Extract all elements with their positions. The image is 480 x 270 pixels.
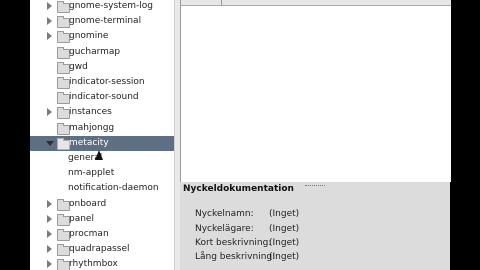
expander-closed-icon[interactable] [47,245,52,254]
tree-row-label: onboard [69,198,107,209]
list-header [181,0,451,6]
doc-field-key: Lång beskrivning: [195,252,276,262]
tree-row[interactable]: notification-daemon [30,181,174,196]
tree-row-label: instances [69,107,112,118]
tree-row-label: gucharmap [69,46,121,57]
tree-row-label: metacity [69,137,109,148]
column-separator[interactable] [221,0,222,5]
doc-field-key: Nyckelnamn: [195,209,254,219]
tree-row[interactable]: gnome-terminal [30,14,174,29]
tree-row-label: notification-daemon [68,183,159,194]
doc-field-key: Nyckelägare: [195,224,254,234]
expander-closed-icon[interactable] [47,199,52,208]
tree-row[interactable]: gucharmap [30,45,174,60]
tree-row-label: mahjongg [69,122,115,133]
gconf-editor-window: gnome-system-log gnome-terminal gnomine guc… [0,0,480,270]
doc-field-value: (Inget) [269,238,300,248]
tree-row[interactable]: gnome-system-log [30,0,174,14]
doc-field-key: Kort beskrivning: [195,238,272,248]
expander-closed-icon[interactable] [47,260,52,269]
tree-row-label: quadrapassel [69,244,130,255]
tree-row[interactable]: nm-applet [30,166,174,181]
tree-row[interactable]: instances [30,105,174,120]
expander-closed-icon[interactable] [47,230,52,238]
tree-row-label: nm-applet [68,168,115,179]
tree-row-label: indicator-sound [69,92,139,103]
doc-field-value: (Inget) [269,252,300,262]
tree-row-label: gnome-system-log [69,1,153,11]
right-border [450,0,480,270]
key-tree[interactable]: gnome-system-log gnome-terminal gnomine guc… [30,0,174,270]
expander-closed-icon[interactable] [47,17,52,26]
tree-row[interactable]: mahjongg [30,121,174,136]
doc-title: Nyckeldokumentation [183,184,294,194]
tree-row-label: gnomine [69,31,109,42]
tree-row-label: panel [69,213,94,224]
tree-row[interactable]: indicator-sound [30,90,174,105]
tree-row[interactable]: onboard [30,197,174,212]
expander-closed-icon[interactable] [47,32,52,41]
tree-row[interactable]: rhythmbox [30,257,174,270]
tree-row-label: procman [69,229,109,239]
tree-row-label: rhythmbox [69,259,118,270]
doc-field-value: (Inget) [269,224,300,234]
expander-open-icon[interactable] [46,140,54,146]
tree-row-label: gwd [69,61,88,72]
tree-row[interactable]: indicator-session [30,75,174,90]
tree-row[interactable]: gwd [30,60,174,75]
tree-row-label: indicator-session [69,77,145,87]
tree-row[interactable]: procman [30,227,174,242]
key-documentation-pane: Nyckeldokumentation Nyckelnamn: (Inget) Ny… [180,184,450,270]
tree-row[interactable]: panel [30,212,174,227]
tree-row[interactable]: gnomine [30,29,174,44]
expander-closed-icon[interactable] [47,2,52,10]
mouse-cursor-icon [95,150,103,160]
left-border [0,0,30,270]
tree-row[interactable]: quadrapassel [30,242,174,257]
key-value-list[interactable] [180,0,451,182]
tree-row[interactable]: metacity [30,135,174,151]
expander-closed-icon[interactable] [47,108,52,117]
expander-closed-icon[interactable] [47,214,52,223]
doc-field-value: (Inget) [269,209,300,219]
tree-row-label: gnome-terminal [69,16,142,27]
